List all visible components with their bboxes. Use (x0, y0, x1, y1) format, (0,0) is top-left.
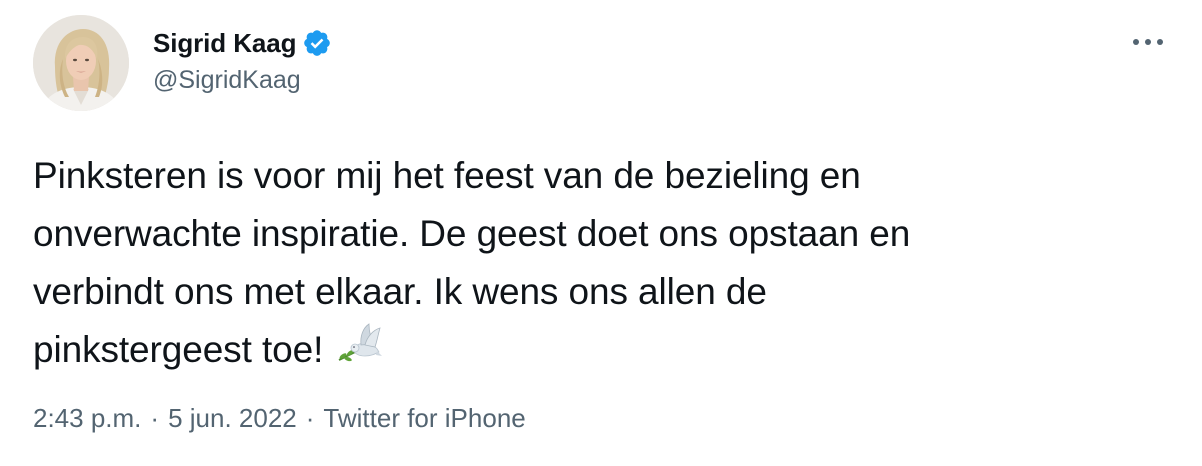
tweet-text-container: Pinksteren is voor mij het feest van de … (33, 147, 1163, 379)
meta-separator: · (150, 403, 160, 433)
avatar[interactable] (33, 15, 129, 111)
more-horizontal-icon (1133, 39, 1163, 45)
tweet-text: Pinksteren is voor mij het feest van de … (33, 155, 911, 370)
author-display-name[interactable]: Sigrid Kaag (153, 28, 296, 59)
tweet-meta: 2:43 p.m. · 5 jun. 2022 · Twitter for iP… (33, 403, 526, 434)
tweet-time[interactable]: 2:43 p.m. (33, 403, 141, 434)
verified-badge-icon (302, 28, 332, 58)
tweet-card: Sigrid Kaag @SigridKaag Pinksteren is vo… (0, 0, 1202, 466)
profile-photo-icon (33, 15, 129, 111)
tweet-date[interactable]: 5 jun. 2022 (168, 403, 297, 434)
dove-icon (333, 320, 383, 370)
tweet-source[interactable]: Twitter for iPhone (323, 403, 525, 434)
author-name-row: Sigrid Kaag (153, 26, 332, 60)
more-options-button[interactable] (1125, 28, 1171, 56)
author-handle[interactable]: @SigridKaag (153, 66, 301, 95)
meta-separator: · (305, 403, 315, 433)
